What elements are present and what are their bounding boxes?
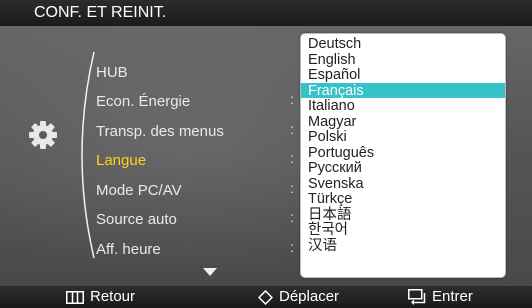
language-option[interactable]: English [301, 52, 505, 68]
language-option[interactable]: Русский [301, 160, 505, 176]
language-option[interactable]: Polski [301, 129, 505, 145]
diamond-arrows-icon [258, 289, 273, 305]
value-separator: : [290, 239, 294, 255]
menu-item-label: Mode PC/AV [96, 182, 182, 199]
menu-item-label: Transp. des menus [96, 123, 224, 140]
move-button[interactable]: Déplacer [258, 286, 339, 308]
menu-button-icon [66, 290, 84, 304]
value-separator: : [290, 209, 294, 225]
menu-item-langue[interactable]: Langue [96, 149, 146, 173]
language-option[interactable]: 汉语 [301, 238, 505, 254]
menu-item-label: Aff. heure [96, 241, 161, 258]
scroll-down-icon[interactable] [203, 268, 217, 276]
value-separator: : [290, 121, 294, 137]
footer-bar: Retour Déplacer Entrer [0, 286, 532, 308]
language-option[interactable]: Português [301, 145, 505, 161]
language-option[interactable]: Türkçe [301, 191, 505, 207]
menu-item-label: HUB [96, 64, 128, 81]
menu-item-transp-menus[interactable]: Transp. des menus [96, 120, 224, 144]
gear-icon [29, 121, 57, 149]
language-option[interactable]: Español [301, 67, 505, 83]
osd-title-bar: CONF. ET REINIT. [0, 0, 532, 26]
back-label: Retour [90, 288, 136, 305]
menu-item-source-auto[interactable]: Source auto [96, 208, 177, 232]
value-separator: : [290, 91, 294, 107]
menu-item-label: Langue [96, 152, 147, 169]
language-option-selected[interactable]: Français [301, 82, 505, 98]
value-separator: : [290, 150, 294, 166]
language-option[interactable]: Magyar [301, 114, 505, 130]
menu-item-econ-energie[interactable]: Econ. Énergie [96, 90, 190, 114]
language-list: Deutsch English Español Français Italian… [300, 33, 506, 278]
move-label: Déplacer [279, 288, 340, 305]
menu-item-hub[interactable]: HUB [96, 61, 128, 85]
language-option[interactable]: 日本語 [301, 207, 505, 223]
enter-icon [408, 289, 426, 305]
language-option[interactable]: Svenska [301, 176, 505, 192]
menu-item-mode-pc-av[interactable]: Mode PC/AV [96, 179, 182, 203]
settings-menu: HUB Econ. Énergie Transp. des menus Lang… [96, 26, 296, 286]
language-option[interactable]: Italiano [301, 98, 505, 114]
osd-window: CONF. ET REINIT. HUB Econ. Énergie Trans… [0, 0, 532, 308]
menu-item-label: Econ. Énergie [96, 93, 191, 110]
enter-label: Entrer [432, 288, 473, 305]
menu-item-aff-heure[interactable]: Aff. heure [96, 238, 161, 262]
language-option[interactable]: 한국어 [301, 222, 505, 238]
back-button[interactable]: Retour [66, 286, 135, 308]
menu-item-label: Source auto [96, 211, 177, 228]
language-option[interactable]: Deutsch [301, 36, 505, 52]
page-title: CONF. ET REINIT. [34, 4, 167, 21]
value-separator: : [290, 180, 294, 196]
enter-button[interactable]: Entrer [408, 286, 473, 308]
